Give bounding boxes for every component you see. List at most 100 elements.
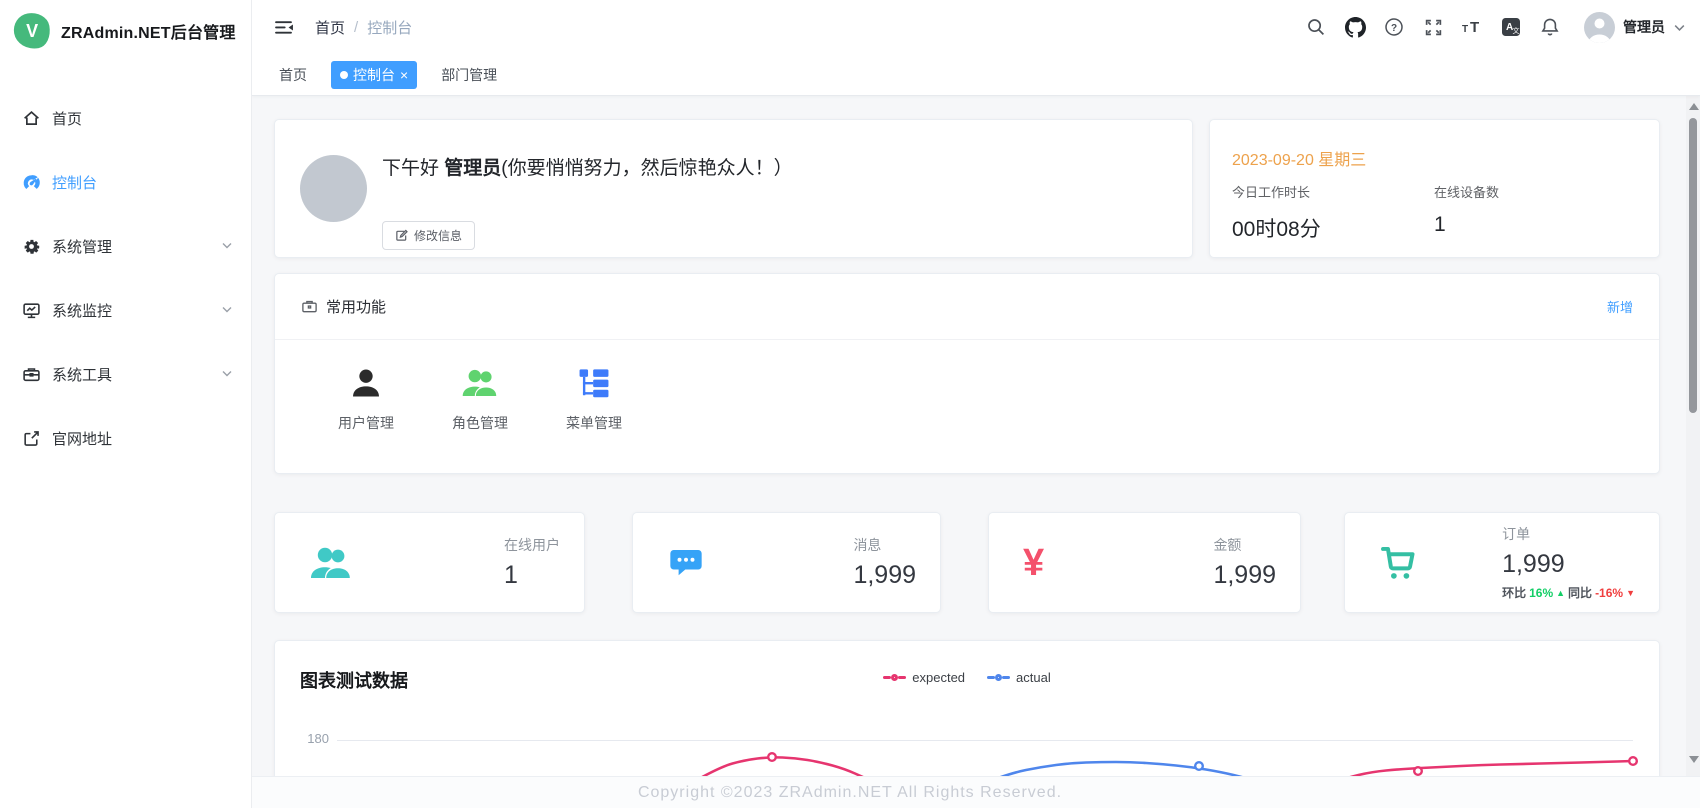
briefcase-icon (301, 298, 318, 315)
stat-card-messages: 消息 1,999 (632, 512, 941, 613)
mom-label: 环比 (1502, 584, 1526, 601)
fullscreen-icon[interactable] (1422, 16, 1444, 38)
sidebar-collapse-icon[interactable] (273, 17, 294, 38)
online-devices-label: 在线设备数 (1434, 182, 1499, 201)
breadcrumb-current: 控制台 (367, 17, 412, 38)
sidebar: V ZRAdmin.NET后台管理 首页 控制台 系统管理 系统 (0, 0, 252, 808)
quick-functions-header: 常用功能 新增 (275, 274, 1659, 340)
yoy-label: 同比 (1568, 584, 1592, 601)
avatar (1584, 12, 1615, 43)
date-card: 2023-09-20 星期三 今日工作时长 00时08分 在线设备数 1 (1209, 119, 1660, 258)
quick-functions-list: 用户管理 角色管理 菜单管理 (309, 362, 651, 433)
language-icon[interactable]: A文 (1500, 16, 1522, 38)
stat-text-block: 订单 1,999 环比 16% ▲ 同比 -16% ▼ (1502, 524, 1635, 601)
app-logo[interactable]: V ZRAdmin.NET后台管理 (0, 0, 251, 61)
stat-card-amount: ¥ 金额 1,999 (988, 512, 1301, 613)
yen-icon: ¥ (1023, 544, 1044, 582)
sidebar-item-home[interactable]: 首页 (0, 86, 251, 150)
mom-value: 16% (1529, 586, 1553, 600)
logo-icon: V (11, 10, 53, 52)
quick-item-menu-manage[interactable]: 菜单管理 (537, 362, 651, 433)
tab-home[interactable]: 首页 (269, 61, 317, 89)
stat-card-orders: 订单 1,999 环比 16% ▲ 同比 -16% ▼ (1344, 512, 1660, 613)
external-link-icon (22, 429, 41, 448)
welcome-card: 下午好 管理员(你要悄悄努力，然后惊艳众人！） 修改信息 (274, 119, 1193, 258)
online-devices-value: 1 (1434, 213, 1499, 237)
svg-text:?: ? (1391, 23, 1397, 34)
sidebar-item-system-monitor[interactable]: 系统监控 (0, 278, 251, 342)
home-icon (22, 109, 41, 128)
breadcrumb-home[interactable]: 首页 (315, 17, 345, 38)
work-time-block: 今日工作时长 00时08分 (1232, 182, 1321, 243)
yoy-value: -16% (1595, 586, 1623, 600)
navbar: 首页 / 控制台 ? TT A文 管理员 (252, 0, 1700, 54)
svg-text:T: T (1470, 19, 1479, 36)
online-devices-block: 在线设备数 1 (1434, 182, 1499, 237)
quick-functions-card: 常用功能 新增 用户管理 角色管理 菜单管理 (274, 273, 1660, 474)
tags-bar: 首页 控制台 × 部门管理 (252, 54, 1700, 96)
sidebar-item-dashboard[interactable]: 控制台 (0, 150, 251, 214)
breadcrumb: 首页 / 控制台 (315, 17, 412, 38)
chevron-down-icon (221, 238, 233, 255)
chevron-down-icon (1673, 21, 1686, 34)
copyright-text: Copyright ©2023 ZRAdmin.NET All Rights R… (638, 784, 1062, 802)
edit-icon (395, 229, 408, 242)
gear-icon (22, 237, 41, 256)
close-icon[interactable]: × (400, 68, 408, 82)
sidebar-item-label: 系统监控 (52, 300, 112, 321)
tab-dashboard[interactable]: 控制台 × (331, 61, 417, 89)
chevron-down-icon (221, 302, 233, 319)
chevron-down-icon (221, 366, 233, 383)
toolbox-icon (22, 365, 41, 384)
vertical-scrollbar[interactable] (1686, 96, 1700, 776)
footer: Copyright ©2023 ZRAdmin.NET All Rights R… (0, 776, 1700, 808)
monitor-icon (22, 301, 41, 320)
sidebar-item-label: 官网地址 (52, 428, 112, 449)
sidebar-item-label: 系统工具 (52, 364, 112, 385)
stat-label: 消息 (853, 535, 881, 555)
main-content: 下午好 管理员(你要悄悄努力，然后惊艳众人！） 修改信息 2023-09-20 … (252, 96, 1700, 776)
bell-icon[interactable] (1539, 16, 1561, 38)
scrollbar-thumb[interactable] (1689, 118, 1697, 413)
dashboard-icon (22, 173, 41, 192)
quick-functions-title: 常用功能 (326, 296, 386, 317)
scroll-down-icon[interactable] (1689, 756, 1699, 763)
stat-value: 1,999 (1502, 550, 1565, 579)
search-icon[interactable] (1305, 16, 1327, 38)
stat-label: 在线用户 (504, 535, 560, 555)
profile-avatar[interactable] (300, 155, 367, 222)
online-users-icon (309, 543, 353, 583)
quick-item-user-manage[interactable]: 用户管理 (309, 362, 423, 433)
sidebar-item-label: 控制台 (52, 172, 97, 193)
sidebar-item-official-site[interactable]: 官网地址 (0, 406, 251, 470)
line-chart (275, 641, 1661, 776)
menu-tree-icon (577, 362, 611, 404)
sidebar-item-label: 系统管理 (52, 236, 112, 257)
greeting-text: 下午好 管理员(你要悄悄努力，然后惊艳众人！） (382, 153, 793, 180)
svg-text:文: 文 (1513, 26, 1520, 35)
sidebar-item-system-tools[interactable]: 系统工具 (0, 342, 251, 406)
tab-department[interactable]: 部门管理 (431, 61, 507, 89)
stat-label: 订单 (1502, 524, 1530, 544)
edit-info-button[interactable]: 修改信息 (382, 221, 475, 250)
sidebar-item-label: 首页 (52, 108, 82, 129)
font-size-icon[interactable]: TT (1461, 16, 1483, 38)
help-icon[interactable]: ? (1383, 16, 1405, 38)
quick-item-role-manage[interactable]: 角色管理 (423, 362, 537, 433)
stat-text-block: 在线用户 1 (504, 535, 560, 590)
work-time-value: 00时08分 (1232, 213, 1321, 243)
github-icon[interactable] (1344, 16, 1366, 38)
sidebar-item-system-manage[interactable]: 系统管理 (0, 214, 251, 278)
stat-text-block: 金额 1,999 (1213, 535, 1276, 590)
user-menu[interactable]: 管理员 (1584, 12, 1686, 43)
sidebar-menu: 首页 控制台 系统管理 系统监控 系统工具 (0, 61, 251, 470)
quick-item-label: 菜单管理 (566, 413, 622, 433)
add-link[interactable]: 新增 (1607, 297, 1633, 316)
stat-value: 1,999 (1213, 561, 1276, 590)
scroll-up-icon[interactable] (1689, 103, 1699, 110)
stat-value: 1,999 (853, 561, 916, 590)
stat-label: 金额 (1213, 535, 1241, 555)
roles-icon (461, 362, 499, 404)
down-arrow-icon: ▼ (1626, 588, 1635, 598)
cart-icon (1379, 544, 1419, 582)
